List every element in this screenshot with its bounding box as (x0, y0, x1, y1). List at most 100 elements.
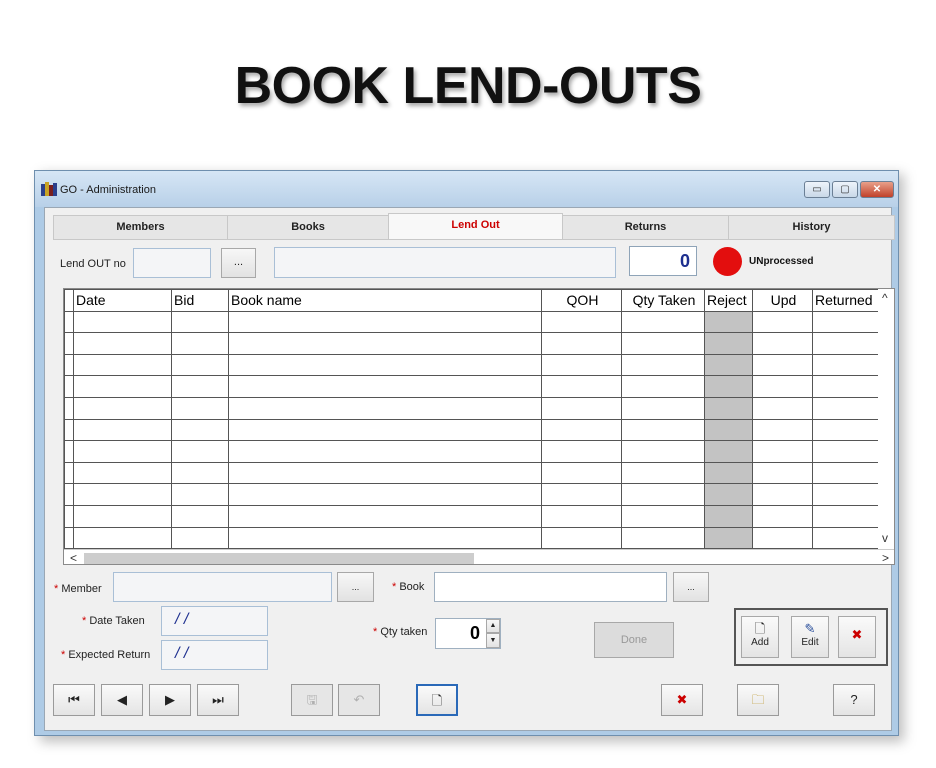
table-cell[interactable] (621, 418, 705, 442)
table-cell[interactable] (621, 375, 705, 398)
table-cell[interactable] (704, 332, 753, 355)
last-record-button[interactable]: ⏭ (197, 684, 239, 716)
table-cell[interactable] (541, 526, 622, 550)
table-cell[interactable] (812, 375, 881, 398)
table-cell[interactable] (621, 440, 705, 463)
member-field[interactable] (113, 572, 332, 602)
table-row[interactable] (64, 526, 881, 550)
horizontal-scrollbar[interactable]: < > (64, 549, 894, 564)
save-button[interactable]: 🖫 (291, 684, 333, 716)
undo-button[interactable]: ↶ (338, 684, 380, 716)
tab-history[interactable]: History (728, 215, 895, 240)
table-cell[interactable] (73, 504, 172, 528)
table-cell[interactable] (171, 526, 229, 550)
table-cell[interactable] (704, 310, 753, 334)
table-cell[interactable] (752, 483, 813, 506)
table-cell[interactable] (704, 461, 753, 485)
table-cell[interactable] (621, 396, 705, 420)
table-cell[interactable] (541, 504, 622, 528)
horizontal-scroll-thumb[interactable] (84, 553, 474, 564)
table-cell[interactable] (228, 461, 542, 485)
table-cell[interactable] (621, 353, 705, 377)
column-header-bid[interactable]: Bid (171, 289, 229, 312)
table-cell[interactable] (752, 375, 813, 398)
table-cell[interactable] (171, 332, 229, 355)
table-cell[interactable] (752, 332, 813, 355)
table-cell[interactable] (228, 353, 542, 377)
column-header-date[interactable]: Date (73, 289, 172, 312)
title-bar[interactable]: GO - Administration ▭ ▢ ✕ (35, 171, 898, 207)
table-cell[interactable] (171, 353, 229, 377)
tab-members[interactable]: Members (53, 215, 228, 240)
table-cell[interactable] (73, 440, 172, 463)
table-cell[interactable] (621, 526, 705, 550)
table-row[interactable] (64, 418, 881, 442)
member-browse-button[interactable]: ... (337, 572, 374, 602)
add-button[interactable]: 🗋 Add (741, 616, 779, 658)
maximize-button[interactable]: ▢ (832, 181, 858, 198)
table-cell[interactable] (812, 504, 881, 528)
scroll-up-icon[interactable]: ^ (882, 291, 888, 305)
table-cell[interactable] (752, 526, 813, 550)
open-folder-button[interactable]: 🗀 (737, 684, 779, 716)
table-cell[interactable] (171, 310, 229, 334)
tab-books[interactable]: Books (227, 215, 389, 240)
lend-out-grid[interactable]: Date Bid Book name QOH Qty Taken Reject … (63, 288, 895, 565)
table-cell[interactable] (541, 332, 622, 355)
book-field[interactable] (434, 572, 667, 602)
first-record-button[interactable]: ⏮ (53, 684, 95, 716)
minimize-button[interactable]: ▭ (804, 181, 830, 198)
table-cell[interactable] (171, 483, 229, 506)
table-cell[interactable] (704, 396, 753, 420)
column-header-upd[interactable]: Upd (752, 289, 813, 312)
vertical-scrollbar[interactable]: ^ v (878, 289, 894, 549)
table-cell[interactable] (541, 440, 622, 463)
table-cell[interactable] (171, 461, 229, 485)
table-row[interactable] (64, 396, 881, 420)
table-cell[interactable] (812, 332, 881, 355)
table-cell[interactable] (171, 396, 229, 420)
table-cell[interactable] (704, 526, 753, 550)
previous-record-button[interactable]: ◀ (101, 684, 143, 716)
table-cell[interactable] (704, 504, 753, 528)
table-row[interactable] (64, 332, 881, 355)
table-cell[interactable] (541, 375, 622, 398)
table-cell[interactable] (621, 504, 705, 528)
table-cell[interactable] (812, 440, 881, 463)
table-cell[interactable] (228, 418, 542, 442)
table-cell[interactable] (752, 310, 813, 334)
scroll-down-icon[interactable]: v (882, 531, 888, 545)
table-cell[interactable] (812, 396, 881, 420)
table-cell[interactable] (228, 440, 542, 463)
table-cell[interactable] (541, 483, 622, 506)
table-cell[interactable] (541, 461, 622, 485)
expected-return-field[interactable]: / / (161, 640, 268, 670)
table-cell[interactable] (228, 504, 542, 528)
table-cell[interactable] (73, 526, 172, 550)
table-row[interactable] (64, 375, 881, 398)
column-header-qoh[interactable]: QOH (541, 289, 622, 312)
table-cell[interactable] (73, 483, 172, 506)
tab-lend-out[interactable]: Lend Out (388, 213, 563, 240)
scroll-right-icon[interactable]: > (882, 551, 889, 564)
tab-returns[interactable]: Returns (562, 215, 729, 240)
edit-button[interactable]: ✎ Edit (791, 616, 829, 658)
table-cell[interactable] (752, 504, 813, 528)
book-browse-button[interactable]: ... (673, 572, 709, 602)
table-cell[interactable] (812, 353, 881, 377)
qty-increment-icon[interactable]: ▲ (486, 619, 500, 633)
table-cell[interactable] (621, 310, 705, 334)
table-cell[interactable] (73, 353, 172, 377)
table-cell[interactable] (73, 396, 172, 420)
next-record-button[interactable]: ▶ (149, 684, 191, 716)
table-row[interactable] (64, 461, 881, 485)
date-taken-field[interactable]: / / (161, 606, 268, 636)
table-cell[interactable] (73, 332, 172, 355)
table-cell[interactable] (171, 418, 229, 442)
table-cell[interactable] (541, 353, 622, 377)
table-cell[interactable] (752, 461, 813, 485)
qty-decrement-icon[interactable]: ▼ (486, 633, 500, 648)
table-cell[interactable] (621, 483, 705, 506)
lend-out-browse-button[interactable]: ... (221, 248, 256, 278)
table-cell[interactable] (73, 310, 172, 334)
